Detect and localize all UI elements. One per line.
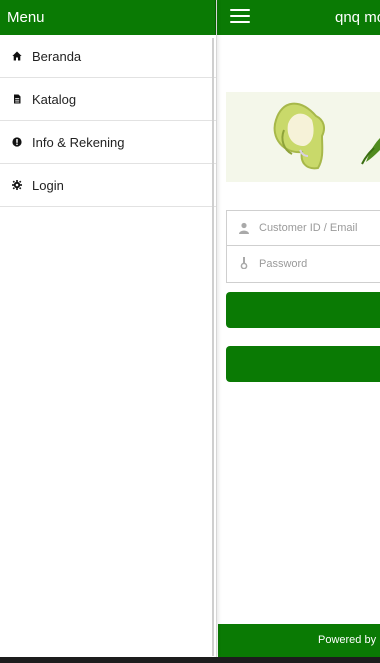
site-title: qnq mo [335, 9, 380, 26]
gear-icon [12, 180, 22, 190]
navigation-drawer: Menu Beranda Katalog Info & Rekening Log… [0, 0, 217, 657]
menu-item-info-rekening[interactable]: Info & Rekening [0, 121, 216, 164]
menu-item-label: Info & Rekening [32, 134, 125, 150]
home-icon [12, 51, 22, 61]
info-icon [12, 137, 22, 147]
drawer-menu-list: Beranda Katalog Info & Rekening Login [0, 35, 216, 207]
menu-item-katalog[interactable]: Katalog [0, 78, 216, 121]
drawer-title: Menu [7, 9, 45, 26]
user-icon [239, 222, 249, 234]
menu-item-label: Katalog [32, 91, 77, 107]
hijab-logo-banner [226, 92, 380, 182]
login-form [226, 210, 380, 283]
footer-text: Powered by [318, 634, 377, 646]
menu-item-login[interactable]: Login [0, 164, 216, 207]
password-input[interactable] [259, 246, 379, 282]
key-icon [240, 257, 248, 269]
document-icon [12, 94, 22, 104]
menu-item-label: Beranda [32, 48, 82, 64]
bottom-system-strip [0, 657, 380, 663]
menu-item-label: Login [32, 177, 64, 193]
drawer-scrollbar[interactable] [212, 38, 214, 656]
footer-bar: Powered by [218, 624, 380, 657]
login-button[interactable] [226, 292, 380, 328]
menu-item-beranda[interactable]: Beranda [0, 35, 216, 78]
register-button[interactable] [226, 346, 380, 382]
customer-id-field-wrapper [226, 210, 380, 246]
hamburger-menu-icon[interactable] [230, 9, 250, 25]
hijab-logo-image [226, 92, 380, 182]
password-field-wrapper [226, 246, 380, 283]
drawer-header: Menu [0, 0, 216, 35]
customer-id-input[interactable] [259, 211, 379, 245]
